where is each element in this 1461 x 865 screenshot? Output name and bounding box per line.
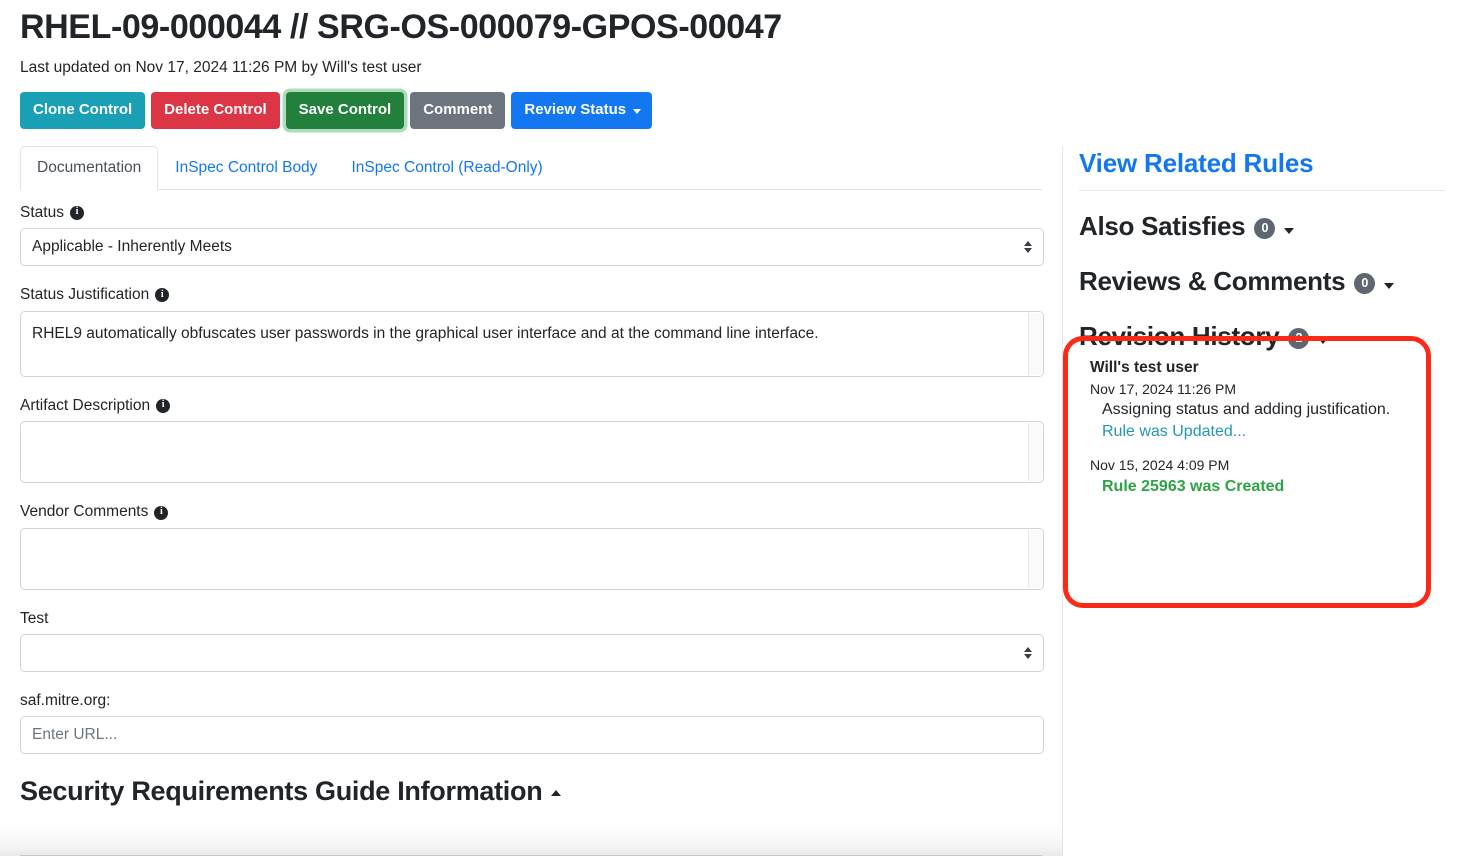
action-toolbar: Clone Control Delete Control Save Contro… — [20, 92, 1441, 130]
info-icon[interactable]: i — [156, 399, 170, 413]
side-panel: View Related Rules Also Satisfies 0 Revi… — [1062, 146, 1461, 856]
scroll-shadow — [0, 824, 1062, 856]
revision-history-title: Revision History — [1079, 321, 1279, 352]
revision-history-list: Will's test user Nov 17, 2024 11:26 PM A… — [1079, 352, 1445, 499]
saf-url-input[interactable]: Enter URL... — [20, 716, 1044, 754]
clone-control-button[interactable]: Clone Control — [20, 92, 145, 129]
revision-entry: Nov 17, 2024 11:26 PM Assigning status a… — [1090, 381, 1445, 444]
also-satisfies-title: Also Satisfies — [1079, 211, 1245, 242]
chevron-down-icon — [1284, 228, 1294, 234]
rule-created-text: Rule 25963 was Created — [1090, 475, 1445, 498]
control-detail-page: RHEL-09-000044 // SRG-OS-000079-GPOS-000… — [0, 0, 1461, 865]
artifact-description-label: Artifact Description i — [20, 397, 1042, 416]
content-columns: Documentation InSpec Control Body InSpec… — [0, 146, 1461, 856]
tab-inspec-control-readonly[interactable]: InSpec Control (Read-Only) — [334, 146, 559, 190]
rule-updated-link[interactable]: Rule was Updated... — [1090, 420, 1445, 443]
reviews-comments-section-header[interactable]: Reviews & Comments 0 — [1079, 266, 1445, 297]
vendor-comments-textarea[interactable] — [20, 528, 1044, 590]
revision-entry-spacer — [1090, 443, 1445, 457]
also-satisfies-section-header[interactable]: Also Satisfies 0 — [1079, 211, 1445, 242]
documentation-form: Status i Applicable - Inherently Meets S… — [20, 190, 1042, 807]
section-divider — [20, 855, 1042, 856]
comment-button[interactable]: Comment — [410, 92, 505, 129]
saf-url-placeholder: Enter URL... — [32, 726, 117, 744]
status-justification-label-text: Status Justification — [20, 286, 149, 305]
status-select[interactable]: Applicable - Inherently Meets — [20, 228, 1044, 266]
status-justification-value: RHEL9 automatically obfuscates user pass… — [32, 325, 819, 342]
view-related-rules-link[interactable]: View Related Rules — [1079, 146, 1445, 179]
tab-inspec-control-body[interactable]: InSpec Control Body — [158, 146, 334, 190]
artifact-description-label-text: Artifact Description — [20, 397, 150, 416]
tab-documentation[interactable]: Documentation — [20, 146, 158, 190]
status-label-text: Status — [20, 204, 64, 223]
main-panel: Documentation InSpec Control Body InSpec… — [0, 146, 1062, 856]
status-label: Status i — [20, 204, 1042, 223]
reviews-comments-count-badge: 0 — [1354, 273, 1375, 294]
revision-author: Will's test user — [1090, 359, 1445, 377]
review-status-dropdown-button[interactable]: Review Status — [511, 92, 652, 129]
chevron-down-icon — [1318, 338, 1328, 344]
chevron-down-icon — [633, 109, 641, 114]
srg-information-section-header[interactable]: Security Requirements Guide Information — [20, 776, 1042, 807]
revision-history-section-header[interactable]: Revision History 2 — [1079, 321, 1445, 352]
info-icon[interactable]: i — [70, 206, 84, 220]
review-status-label: Review Status — [524, 102, 626, 119]
save-control-button[interactable]: Save Control — [286, 92, 405, 129]
chevron-up-icon — [551, 790, 561, 796]
status-selected-value: Applicable - Inherently Meets — [32, 238, 232, 256]
revision-history-count-badge: 2 — [1288, 328, 1309, 349]
test-select[interactable] — [20, 634, 1044, 672]
select-arrows-icon — [1024, 647, 1032, 659]
info-icon[interactable]: i — [155, 288, 169, 302]
textarea-scrollbar[interactable] — [1028, 530, 1042, 588]
vendor-comments-label: Vendor Comments i — [20, 503, 1042, 522]
last-updated-text: Last updated on Nov 17, 2024 11:26 PM by… — [20, 59, 1441, 77]
saf-url-label: saf.mitre.org: — [20, 692, 1042, 710]
info-icon[interactable]: i — [154, 506, 168, 520]
reviews-comments-title: Reviews & Comments — [1079, 266, 1345, 297]
revision-entry: Nov 15, 2024 4:09 PM Rule 25963 was Crea… — [1090, 457, 1445, 498]
revision-date: Nov 15, 2024 4:09 PM — [1090, 457, 1445, 473]
test-label: Test — [20, 610, 1042, 628]
vendor-comments-label-text: Vendor Comments — [20, 503, 148, 522]
also-satisfies-count-badge: 0 — [1254, 218, 1275, 239]
page-header: RHEL-09-000044 // SRG-OS-000079-GPOS-000… — [0, 0, 1461, 130]
artifact-description-textarea[interactable] — [20, 421, 1044, 483]
revision-date: Nov 17, 2024 11:26 PM — [1090, 381, 1445, 397]
sidebar-divider — [1079, 190, 1445, 191]
revision-comment: Assigning status and adding justificatio… — [1090, 399, 1445, 421]
page-title: RHEL-09-000044 // SRG-OS-000079-GPOS-000… — [20, 0, 1441, 49]
textarea-scrollbar[interactable] — [1028, 313, 1042, 375]
select-arrows-icon — [1024, 241, 1032, 253]
tab-bar: Documentation InSpec Control Body InSpec… — [20, 146, 1042, 190]
chevron-down-icon — [1384, 283, 1394, 289]
status-justification-label: Status Justification i — [20, 286, 1042, 305]
textarea-scrollbar[interactable] — [1028, 423, 1042, 481]
status-justification-textarea[interactable]: RHEL9 automatically obfuscates user pass… — [20, 311, 1044, 377]
delete-control-button[interactable]: Delete Control — [151, 92, 280, 129]
srg-information-title: Security Requirements Guide Information — [20, 776, 542, 807]
